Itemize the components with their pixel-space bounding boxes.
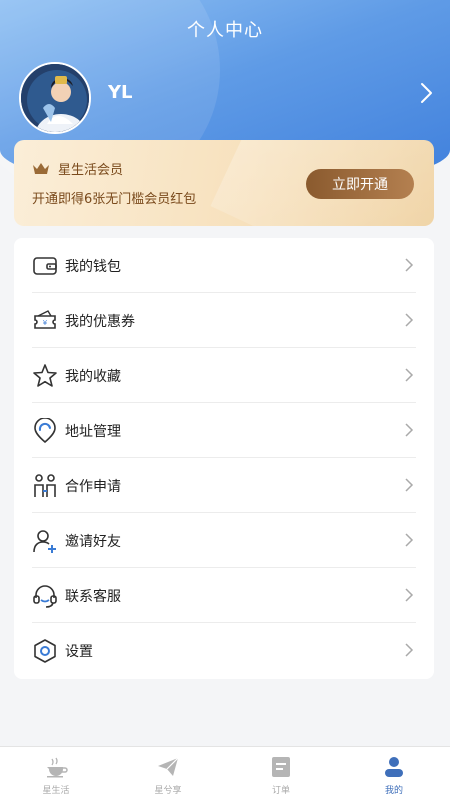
- menu-item-label: 我的优惠券: [65, 314, 135, 330]
- profile-chevron-right-icon[interactable]: [414, 80, 438, 106]
- avatar[interactable]: [19, 62, 91, 134]
- chevron-right-icon: [405, 313, 414, 327]
- menu-item-coupons[interactable]: ¥ 我的优惠券: [14, 293, 434, 348]
- activate-vip-button[interactable]: 立即开通: [306, 169, 414, 199]
- menu-item-label: 邀请好友: [65, 534, 121, 550]
- menu-item-label: 我的钱包: [65, 259, 121, 275]
- menu-item-label: 合作申请: [65, 479, 121, 495]
- page-title: 个人中心: [187, 20, 263, 41]
- tab-star-life[interactable]: 星生活: [0, 747, 112, 800]
- menu-item-wallet[interactable]: 我的钱包: [14, 238, 434, 293]
- menu-item-customer-service[interactable]: 联系客服: [14, 568, 434, 623]
- profile-icon: [385, 757, 403, 777]
- tab-label: 我的: [384, 786, 403, 796]
- wallet-icon: [33, 257, 57, 275]
- headset-icon: [33, 585, 57, 608]
- coupon-icon: ¥: [34, 310, 56, 329]
- menu-item-invite-friends[interactable]: 邀请好友: [14, 513, 434, 568]
- tab-label: 星兮享: [154, 786, 182, 796]
- bottom-tab-bar: 星生活 星兮享 订单 我的: [0, 746, 450, 800]
- vip-membership-card[interactable]: 星生活会员 开通即得6张无门槛会员红包 立即开通: [14, 140, 434, 226]
- invite-user-icon: [33, 530, 56, 553]
- menu-item-settings[interactable]: 设置: [14, 623, 434, 678]
- menu-item-label: 地址管理: [65, 424, 121, 440]
- tab-share[interactable]: 星兮享: [112, 747, 224, 800]
- menu-item-favorites[interactable]: 我的收藏: [14, 348, 434, 403]
- send-icon: [158, 757, 179, 776]
- menu-item-label: 联系客服: [65, 589, 121, 605]
- chevron-right-icon: [405, 368, 414, 382]
- vip-title: 星生活会员: [58, 163, 124, 178]
- chevron-right-icon: [405, 478, 414, 492]
- tab-label: 订单: [271, 786, 290, 796]
- menu-item-address[interactable]: 地址管理: [14, 403, 434, 458]
- tab-mine[interactable]: 我的: [338, 747, 450, 800]
- tab-orders[interactable]: 订单: [225, 747, 337, 800]
- chevron-right-icon: [405, 533, 414, 547]
- chevron-right-icon: [405, 258, 414, 272]
- chevron-right-icon: [405, 643, 414, 657]
- chevron-right-icon: [405, 423, 414, 437]
- location-icon: [34, 418, 56, 444]
- coffee-icon: [47, 757, 68, 778]
- chevron-right-icon: [405, 588, 414, 602]
- settings-icon: [34, 639, 56, 663]
- order-icon: [272, 757, 290, 777]
- vip-description: 开通即得6张无门槛会员红包: [32, 192, 197, 207]
- star-icon: [33, 364, 57, 387]
- svg-text:¥: ¥: [43, 319, 48, 327]
- partners-icon: [34, 474, 56, 497]
- menu-item-partnership[interactable]: 合作申请: [14, 458, 434, 513]
- menu-item-label: 设置: [65, 644, 93, 660]
- username[interactable]: YL: [108, 82, 133, 103]
- menu-item-label: 我的收藏: [65, 369, 121, 385]
- tab-label: 星生活: [42, 786, 70, 796]
- crown-icon: [33, 163, 49, 174]
- menu-list: 我的钱包 ¥ 我的优惠券 我的收藏 地址管理 合作申请 邀请好友 联系客服 设置: [14, 238, 434, 679]
